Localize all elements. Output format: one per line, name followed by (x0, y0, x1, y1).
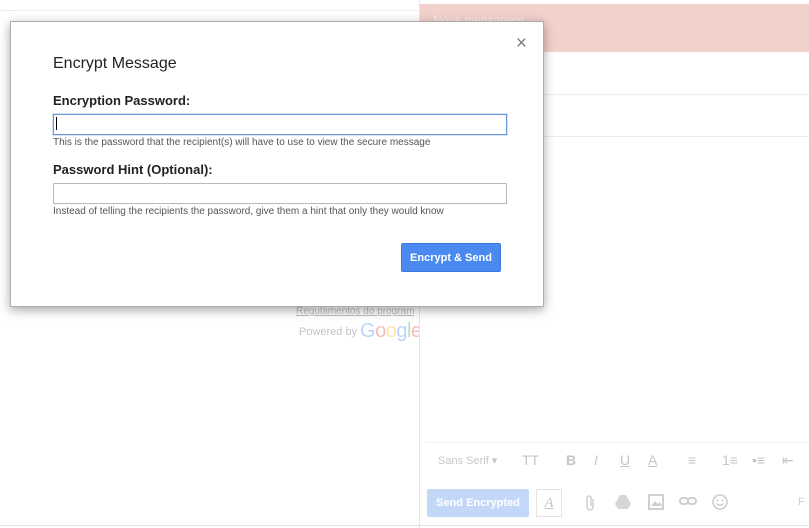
encryption-password-label: Encryption Password: (53, 93, 191, 108)
bold-icon[interactable]: B (566, 452, 576, 468)
password-hint-label: Password Hint (Optional): (53, 162, 213, 177)
encryption-password-help: This is the password that the recipient(… (53, 137, 431, 148)
italic-icon[interactable]: I (594, 452, 598, 468)
formatting-options-button[interactable]: A (536, 489, 562, 517)
encrypt-message-dialog: × Encrypt Message Encryption Password: T… (10, 21, 544, 307)
indent-less-icon[interactable]: ⇤ (782, 452, 794, 469)
password-hint-input[interactable] (53, 183, 507, 204)
send-encrypted-button[interactable]: Send Encrypted (427, 489, 529, 517)
insert-link-icon[interactable] (679, 494, 697, 512)
underline-icon[interactable]: U (620, 452, 630, 468)
font-family-select[interactable]: Sans Serif ▾ (438, 454, 497, 467)
text-caret (56, 117, 57, 130)
program-policies-link[interactable]: Regulamentos do program (296, 306, 414, 317)
attach-icon[interactable] (584, 494, 596, 517)
encrypt-and-send-button[interactable]: Encrypt & Send (401, 243, 501, 272)
align-icon[interactable]: ≡ (688, 452, 696, 468)
numbered-list-icon[interactable]: 1≡ (722, 452, 738, 468)
insert-photo-icon[interactable] (648, 494, 664, 515)
formatting-toolbar: Sans Serif ▾ TT B I U A ≡ 1≡ •≡ ⇤ (426, 442, 809, 479)
text-color-icon[interactable]: A (648, 452, 657, 468)
compose-bottom-bar: Send Encrypted A F (420, 480, 809, 526)
font-size-icon[interactable]: TT (522, 452, 539, 468)
powered-by-text: Powered by (299, 326, 358, 338)
encryption-password-input[interactable] (53, 114, 507, 135)
drive-icon[interactable] (614, 494, 632, 515)
page-divider (0, 10, 418, 11)
close-icon[interactable]: × (516, 34, 527, 54)
bulleted-list-icon[interactable]: •≡ (752, 452, 765, 468)
compose-extra-text: F (798, 496, 805, 508)
emoji-icon[interactable] (712, 494, 728, 515)
page-bottom-border (0, 525, 809, 526)
password-hint-help: Instead of telling the recipients the pa… (53, 206, 444, 217)
google-logo: Google (360, 320, 422, 342)
dialog-title: Encrypt Message (53, 55, 177, 72)
